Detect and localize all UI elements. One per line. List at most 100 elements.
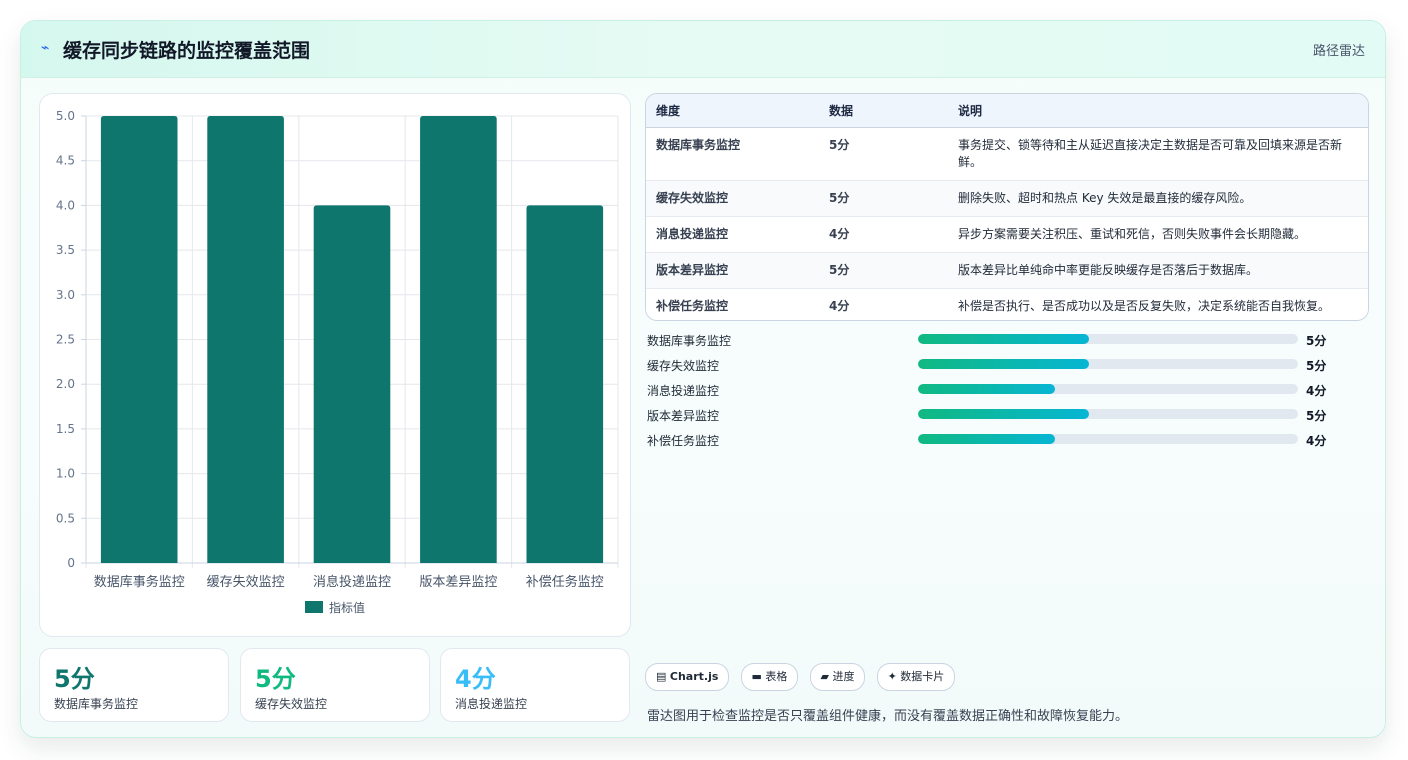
y-tick-label: 2.0 [56,377,75,391]
x-tick-label: 数据库事务监控 [94,574,185,590]
table-row: 数据库事务监控 5分 事务提交、锁等待和主从延迟直接决定主数据是否可靠及回填来源… [646,127,1368,181]
progress-label: 版本差异监控 [647,409,720,423]
bar-3 [420,116,497,563]
table-cell: 版本差异监控 [646,252,819,289]
table-cell: 事务提交、锁等待和主从延迟直接决定主数据是否可靠及回填来源是否新鲜。 [948,127,1368,181]
y-tick-label: 3.5 [56,243,75,257]
sparkle-icon: ✦ [887,670,897,683]
progress-label: 缓存失效监控 [647,359,720,373]
table-cell: 补偿是否执行、是否成功以及是否反复失败，决定系统能否自我恢复。 [958,298,1331,313]
chip-label: Chart.js [669,670,719,683]
chip-label: 表格 [765,670,788,683]
card-header: ⌁ 缓存同步链路的监控覆盖范围 路径雷达 [21,21,1385,78]
kpi-label: 缓存失效监控 [255,697,328,711]
chip-progress[interactable]: ▰ 进度 [809,663,866,691]
chart-icon: ▤ [656,670,667,683]
chip-row: ▤ Chart.js ▬ 表格 ▰ 进度 ✦ 数据卡片 [645,663,961,691]
progress-fill [918,334,1089,344]
legend-label: 指标值 [329,600,365,615]
x-tick-label: 消息投递监控 [313,574,391,590]
bar-chart-panel: 0 0.5 1.0 1.5 2.0 2.5 3.0 3.5 4.0 4.5 5.0 数据库事务监控 缓存… [39,93,631,637]
progress-value: 5分 [1306,359,1327,373]
kpi-card-0: 5分 数据库事务监控 [39,648,229,722]
kpi-value: 5分 [54,665,95,693]
progress-list: 数据库事务监控 5分 缓存失效监控 5分 消息投递监控 4分 版本差异监控 5分… [645,331,1369,456]
table-header-cell: 说明 [948,94,1368,128]
progress-fill [918,409,1089,419]
y-tick-label: 4.5 [56,154,75,168]
main-card: ⌁ 缓存同步链路的监控覆盖范围 路径雷达 0 0.5 1.0 1.5 2.0 2.5 3.0… [20,20,1386,738]
y-tick-label: 3.0 [56,288,75,302]
bar-4 [526,205,604,563]
y-tick-label: 0 [67,556,75,570]
x-tick-label: 缓存失效监控 [207,575,285,590]
progress-row: 补偿任务监控 4分 [645,431,1369,456]
chip-data-card[interactable]: ✦ 数据卡片 [876,663,956,691]
bar-0 [100,116,178,563]
progress-label: 消息投递监控 [647,384,720,398]
progress-value: 4分 [1306,434,1327,448]
progress-row: 消息投递监控 4分 [645,381,1369,406]
progress-value: 5分 [1306,334,1327,348]
table-cell: 异步方案需要关注积压、重试和死信，否则失败事件会长期隐藏。 [948,216,1368,253]
y-tick-label: 4.0 [56,198,75,212]
table-cell: 4分 [819,216,948,253]
table-header-cell: 数据 [819,94,948,128]
y-tick-label: 1.5 [56,422,75,436]
table-cell: 5分 [819,180,948,217]
table-header-row: 维度 数据 说明 [646,94,1368,128]
chip-label: 数据卡片 [900,670,945,683]
progress-track [918,409,1298,419]
data-table: 维度 数据 说明 数据库事务监控 5分 事务提交、锁等待和主从延迟直接决定主数据… [646,94,1368,320]
chip-chartjs[interactable]: ▤ Chart.js [645,663,730,691]
progress-label: 数据库事务监控 [647,334,732,348]
table-row: 补偿任务监控 4分 补偿是否执行、是否成功以及是否反复失败，决定系统能否自我恢复… [646,288,1368,320]
x-tick-label: 补偿任务监控 [526,574,604,590]
bolt-icon: ⌁ [41,40,50,56]
table-cell: 删除失败、超时和热点 Key 失效是最直接的缓存风险。 [948,180,1368,217]
page-title: 缓存同步链路的监控覆盖范围 [63,40,311,62]
table-header-cell: 维度 [646,94,819,128]
footnote: 雷达图用于检查监控是否只覆盖组件健康，而没有覆盖数据正确性和故障恢复能力。 [647,709,1129,724]
table-cell: 补偿任务监控 [656,298,729,313]
chip-table[interactable]: ▬ 表格 [740,663,799,691]
progress-value: 4分 [1306,384,1327,398]
table-cell: 5分 [819,127,948,181]
table-cell: 5分 [819,252,948,289]
kpi-label: 消息投递监控 [455,697,528,711]
table-cell: 4分 [829,298,850,313]
kpi-value: 5分 [255,665,296,693]
progress-track [918,434,1298,444]
chip-label: 进度 [832,670,855,683]
table-row: 消息投递监控 4分 异步方案需要关注积压、重试和死信，否则失败事件会长期隐藏。 [646,216,1368,253]
bar-2 [313,205,391,563]
kpi-value: 4分 [455,665,496,693]
data-table-panel: 维度 数据 说明 数据库事务监控 5分 事务提交、锁等待和主从延迟直接决定主数据… [645,93,1369,321]
kpi-card-1: 5分 缓存失效监控 [240,648,430,722]
y-tick-label: 5.0 [56,109,75,123]
table-row: 缓存失效监控 5分 删除失败、超时和热点 Key 失效是最直接的缓存风险。 [646,180,1368,217]
header-tag: 路径雷达 [1312,44,1365,59]
legend-swatch [305,601,323,613]
progress-row: 数据库事务监控 5分 [645,331,1369,356]
bar-chart: 0 0.5 1.0 1.5 2.0 2.5 3.0 3.5 4.0 4.5 5.0 数据库事务监控 缓存… [56,109,619,615]
table-cell: 版本差异比单纯命中率更能反映缓存是否落后于数据库。 [948,252,1368,289]
table-cell: 数据库事务监控 [646,127,819,181]
progress-fill [918,359,1089,369]
progress-label: 补偿任务监控 [647,434,720,448]
table-row: 版本差异监控 5分 版本差异比单纯命中率更能反映缓存是否落后于数据库。 [646,252,1368,289]
kpi-label: 数据库事务监控 [54,697,139,711]
progress-row: 缓存失效监控 5分 [645,356,1369,381]
progress-track [918,334,1298,344]
progress-row: 版本差异监控 5分 [645,406,1369,431]
table-cell: 消息投递监控 [646,216,819,253]
x-tick-label: 版本差异监控 [419,575,497,590]
kpi-card-2: 4分 消息投递监控 [440,648,630,722]
y-tick-label: 2.5 [56,333,75,347]
progress-icon: ▰ [820,670,829,683]
y-tick-label: 0.5 [56,511,75,525]
progress-fill [918,384,1055,394]
progress-track [918,384,1298,394]
table-icon: ▬ [751,670,762,683]
bar-1 [207,116,284,563]
